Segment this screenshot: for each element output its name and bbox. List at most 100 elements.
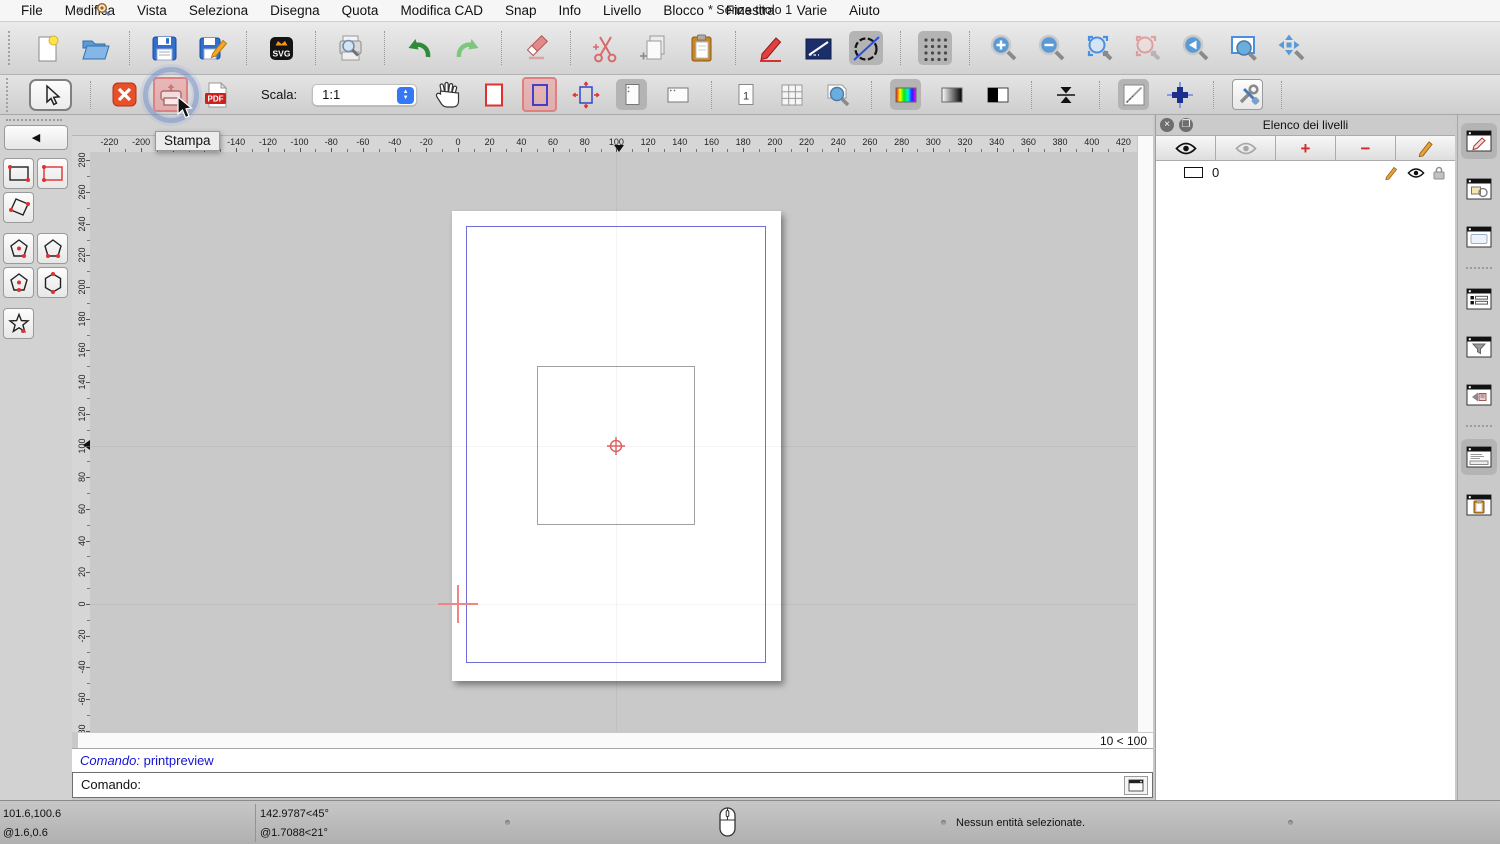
auto-fit-drawing-button[interactable] — [570, 79, 601, 110]
diagonal-line-icon — [1120, 81, 1148, 109]
show-paper-borders-button[interactable] — [524, 79, 555, 110]
polygon-center-corner-tool[interactable] — [3, 233, 34, 264]
shape-tools-palette: ◀ — [0, 115, 72, 800]
red-rectangle-icon — [480, 81, 508, 109]
grayscale-mode-button[interactable] — [936, 79, 967, 110]
circle-slash-icon — [850, 32, 883, 65]
show-all-layers-button[interactable] — [1156, 136, 1216, 160]
pdf-export-button[interactable]: PDF — [201, 79, 232, 110]
ruler-label: 420 — [1108, 137, 1137, 147]
horizontal-scrollbar[interactable]: 10 < 100 — [78, 732, 1153, 748]
remove-layer-button[interactable]: − — [1336, 136, 1396, 160]
line-attributes-button[interactable] — [801, 31, 835, 65]
rectangle-two-corners-tool[interactable] — [3, 158, 34, 189]
dock-view-list-button[interactable] — [1461, 377, 1497, 413]
dock-layer-list-button[interactable] — [1461, 123, 1497, 159]
print-button[interactable]: Stampa — [155, 79, 186, 110]
multiple-pages-button[interactable] — [776, 79, 807, 110]
zoom-out-button[interactable] — [1035, 31, 1069, 65]
hide-all-layers-button[interactable] — [1216, 136, 1276, 160]
ruler-label: 380 — [1045, 137, 1075, 147]
close-print-preview-button[interactable] — [109, 79, 140, 110]
layer-edit-pencil-icon[interactable] — [1384, 165, 1399, 180]
zoom-to-page-button[interactable] — [822, 79, 853, 110]
portrait-orientation-button[interactable] — [616, 79, 647, 110]
scale-select[interactable]: 1:1 ▲▼ — [312, 84, 417, 106]
dock-clipboard-button[interactable] — [1461, 487, 1497, 523]
layer-row[interactable]: 0 — [1156, 161, 1455, 184]
rectangle-size-tool[interactable] — [37, 158, 68, 189]
stepper-icon[interactable]: ▲▼ — [397, 87, 414, 104]
toolbar-separator — [735, 31, 736, 65]
open-file-button[interactable] — [78, 31, 112, 65]
star-tool[interactable] — [3, 308, 34, 339]
toolbar-drag-handle[interactable] — [8, 31, 12, 65]
crosshair-position-button[interactable] — [1164, 79, 1195, 110]
toolbar-drag-handle[interactable] — [6, 78, 10, 112]
dock-property-editor-button[interactable] — [1461, 281, 1497, 317]
dock-selection-filter-button[interactable] — [1461, 329, 1497, 365]
grid-spacing-info: 10 < 100 — [1100, 733, 1153, 749]
polygon-two-corners-icon — [40, 236, 66, 262]
delete-eraser-button[interactable] — [519, 31, 553, 65]
zoom-previous-button[interactable] — [1179, 31, 1213, 65]
save-as-button[interactable] — [195, 31, 229, 65]
zoom-auto-button[interactable] — [1083, 31, 1117, 65]
zoom-pan-button[interactable] — [1275, 31, 1309, 65]
toolbar-separator — [246, 31, 247, 65]
scale-label: Scala: — [261, 87, 297, 102]
add-layer-button[interactable]: + — [1276, 136, 1336, 160]
edit-layer-button[interactable] — [1396, 136, 1455, 160]
layer-list-panel-icon — [1466, 130, 1492, 152]
svg-export-button[interactable]: SVG — [264, 31, 298, 65]
dock-library-browser-button[interactable] — [1461, 219, 1497, 255]
scissors-icon — [589, 32, 622, 65]
single-page-button[interactable]: 1 — [730, 79, 761, 110]
toolbar-separator — [871, 81, 872, 109]
polygon-two-corners-tool[interactable] — [37, 233, 68, 264]
ruler-label: 200 — [760, 137, 790, 147]
landscape-orientation-button[interactable] — [662, 79, 693, 110]
draft-mode-button[interactable] — [849, 31, 883, 65]
developer-tools-button[interactable] — [1232, 79, 1263, 110]
undo-button[interactable] — [402, 31, 436, 65]
command-input[interactable]: Comando: — [72, 772, 1153, 798]
dock-separator — [1466, 425, 1492, 427]
vertical-scrollbar[interactable] — [1137, 136, 1153, 732]
save-button[interactable] — [147, 31, 181, 65]
pan-hand-button[interactable] — [432, 79, 463, 110]
zoom-in-button[interactable] — [987, 31, 1021, 65]
palette-drag-handle[interactable] — [6, 119, 62, 123]
paste-button[interactable] — [684, 31, 718, 65]
pen-attributes-button[interactable] — [753, 31, 787, 65]
dock-block-list-button[interactable] — [1461, 171, 1497, 207]
dock-command-line-button[interactable] — [1461, 439, 1497, 475]
zoom-previous-icon — [1180, 32, 1213, 65]
mouse-cursor — [177, 96, 194, 120]
selection-tool-button[interactable] — [29, 79, 72, 111]
line-weight-preview-button[interactable] — [1118, 79, 1149, 110]
print-preview-button[interactable] — [333, 31, 367, 65]
black-white-mode-button[interactable] — [982, 79, 1013, 110]
cut-button[interactable] — [588, 31, 622, 65]
polygon-two-sides-tool[interactable] — [37, 267, 68, 298]
selection-status: Nessun entità selezionate. — [956, 817, 1085, 829]
copy-button[interactable] — [636, 31, 670, 65]
zoom-selection-button[interactable] — [1131, 31, 1165, 65]
palette-back-button[interactable]: ◀ — [4, 125, 68, 150]
zoom-window-button[interactable] — [1227, 31, 1261, 65]
crop-marks-button[interactable] — [1050, 79, 1081, 110]
drawing-borders-button[interactable] — [478, 79, 509, 110]
new-document-button[interactable] — [30, 31, 64, 65]
full-color-mode-button[interactable] — [890, 79, 921, 110]
command-window-toggle-button[interactable] — [1124, 776, 1148, 795]
polygon-center-side-tool[interactable] — [3, 267, 34, 298]
drawing-canvas[interactable] — [90, 152, 1137, 732]
ruler-label: 0 — [443, 137, 473, 147]
layer-visible-eye-icon[interactable] — [1407, 167, 1425, 179]
layer-lock-icon[interactable] — [1433, 166, 1445, 180]
redo-button[interactable] — [450, 31, 484, 65]
line-attributes-icon — [802, 32, 835, 65]
grid-toggle-button[interactable] — [918, 31, 952, 65]
rectangle-rotated-tool[interactable] — [3, 192, 34, 223]
